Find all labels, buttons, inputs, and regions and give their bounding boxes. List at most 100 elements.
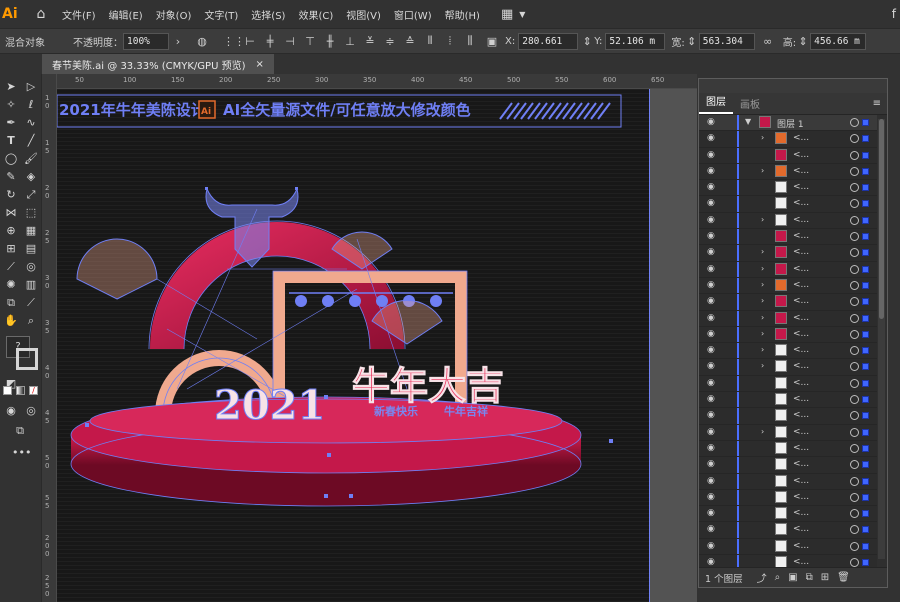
target-icon[interactable] <box>850 427 859 437</box>
selection-indicator[interactable] <box>862 493 869 501</box>
layer-row[interactable]: ◉ › <... <box>699 131 877 148</box>
link-proportions-icon[interactable]: ∞ <box>761 35 775 48</box>
menu-help[interactable]: 帮助(H) <box>445 7 480 22</box>
target-icon[interactable] <box>850 346 859 356</box>
eye-icon[interactable]: ◉ <box>707 394 718 404</box>
selection-indicator[interactable] <box>862 249 869 257</box>
selection-indicator[interactable] <box>862 461 869 469</box>
target-icon[interactable] <box>850 378 859 388</box>
free-transform-icon[interactable]: ⬚ <box>23 206 39 219</box>
selection-indicator[interactable] <box>862 412 869 420</box>
layer-name[interactable]: <... <box>793 264 809 274</box>
layer-row[interactable]: ◉ <... <box>699 489 877 507</box>
layer-row[interactable]: ◉ <... <box>699 408 877 425</box>
eye-icon[interactable]: ◉ <box>707 329 718 339</box>
layer-name[interactable]: <... <box>793 524 809 534</box>
distribute-hcenter-icon[interactable]: ⦙ <box>443 34 457 48</box>
selection-indicator[interactable] <box>862 184 869 192</box>
rotate-tool-icon[interactable]: ↻ <box>3 188 19 201</box>
selection-indicator[interactable] <box>862 542 869 550</box>
magic-wand-icon[interactable]: ✧ <box>3 98 19 111</box>
type-tool-icon[interactable]: T <box>3 134 19 147</box>
workspace-switcher-icon[interactable]: ▦ <box>501 7 513 22</box>
chevron-right-icon[interactable]: › <box>761 264 764 273</box>
chevron-right-icon[interactable]: › <box>761 166 764 175</box>
artboard[interactable]: 2021年牛年美陈设计 Ai AI全矢量源文件/可任意放大修改颜色 2021 牛… <box>57 89 650 602</box>
selection-indicator[interactable] <box>862 151 869 159</box>
chevron-right-icon[interactable]: › <box>761 247 764 256</box>
color-mode-icon[interactable] <box>3 386 12 395</box>
layer-name[interactable]: <... <box>793 313 809 323</box>
layer-row[interactable]: ◉ › <... <box>699 294 877 311</box>
layer-row[interactable]: ◉ › <... <box>699 359 877 376</box>
target-icon[interactable] <box>850 395 859 405</box>
layers-panel-header[interactable] <box>699 79 887 93</box>
curvature-tool-icon[interactable]: ∿ <box>23 116 39 129</box>
distribute-bottom-icon[interactable]: ≙ <box>403 35 417 48</box>
eye-icon[interactable]: ◉ <box>707 427 718 437</box>
panel-menu-icon[interactable]: ≡ <box>873 98 881 109</box>
eye-icon[interactable]: ◉ <box>707 296 718 306</box>
target-icon[interactable] <box>850 280 859 290</box>
eye-icon[interactable]: ◉ <box>707 410 718 420</box>
align-vcenter-icon[interactable]: ╫ <box>323 35 337 48</box>
target-icon[interactable] <box>850 443 859 453</box>
layer-row[interactable]: ◉ <... <box>699 196 877 213</box>
selection-indicator[interactable] <box>862 233 869 241</box>
align-top-icon[interactable]: ⊤ <box>303 35 317 48</box>
selection-indicator[interactable] <box>862 379 869 387</box>
layer-row[interactable]: ◉ › <... <box>699 261 877 278</box>
target-icon[interactable] <box>850 134 859 144</box>
ellipse-tool-icon[interactable]: ◯ <box>3 152 19 165</box>
target-icon[interactable] <box>850 541 859 551</box>
home-icon[interactable]: ⌂ <box>28 6 54 22</box>
layer-name[interactable]: <... <box>793 280 809 290</box>
selection-tool-icon[interactable]: ➤ <box>3 80 19 93</box>
layer-row[interactable]: ◉ › <... <box>699 326 877 344</box>
eye-icon[interactable]: ◉ <box>707 182 718 192</box>
selection-indicator[interactable] <box>862 216 869 224</box>
menu-type[interactable]: 文字(T) <box>204 7 238 22</box>
target-icon[interactable] <box>850 362 859 372</box>
align-bottom-icon[interactable]: ⊥ <box>343 35 357 48</box>
layer-row[interactable]: ◉ <... <box>699 229 877 246</box>
layer-row[interactable]: ◉ › <... <box>699 277 877 295</box>
scroll-thumb[interactable] <box>879 119 884 319</box>
eye-icon[interactable]: ◉ <box>707 378 718 388</box>
export-icon[interactable]: ⤴ <box>757 570 767 585</box>
layer-name[interactable]: <... <box>793 476 809 486</box>
menu-object[interactable]: 对象(O) <box>156 7 192 22</box>
screen-mode-icon[interactable]: ⧉ <box>12 424 28 438</box>
eye-icon[interactable]: ◉ <box>707 231 718 241</box>
layer-name[interactable]: <... <box>793 361 809 371</box>
target-icon[interactable] <box>850 297 859 307</box>
selection-indicator[interactable] <box>862 510 869 518</box>
selection-indicator[interactable] <box>862 330 869 338</box>
blend-tool-icon[interactable]: ◎ <box>23 260 39 273</box>
layer-name[interactable]: <... <box>793 541 809 551</box>
layer-name[interactable]: <... <box>793 345 809 355</box>
layer-row[interactable]: ◉ <... <box>699 392 877 409</box>
layer-row[interactable]: ◉ <... <box>699 375 877 393</box>
eye-icon[interactable]: ◉ <box>707 198 718 208</box>
document-tab[interactable]: 春节美陈.ai @ 33.33% (CMYK/GPU 预览) × <box>42 54 274 74</box>
selection-indicator[interactable] <box>862 444 869 452</box>
eye-icon[interactable]: ◉ <box>707 133 718 143</box>
eye-icon[interactable]: ◉ <box>707 443 718 453</box>
draw-behind-icon[interactable]: ◎ <box>23 404 39 417</box>
eyedropper-icon[interactable]: ⟋ <box>3 260 19 274</box>
layer-name[interactable]: <... <box>793 394 809 404</box>
selection-indicator[interactable] <box>862 135 869 143</box>
layer-row[interactable]: ◉ › <... <box>699 310 877 327</box>
eye-icon[interactable]: ◉ <box>707 150 718 160</box>
eye-icon[interactable]: ◉ <box>707 117 718 127</box>
eye-icon[interactable]: ◉ <box>707 247 718 257</box>
gradient-tool-icon[interactable]: ▤ <box>23 242 39 255</box>
selection-indicator[interactable] <box>862 347 869 355</box>
w-field[interactable]: 563.304 <box>698 32 755 50</box>
perspective-grid-icon[interactable]: ▦ <box>23 224 39 237</box>
layer-name[interactable]: <... <box>793 410 809 420</box>
stroke-swatch[interactable] <box>16 348 38 370</box>
tab-layers[interactable]: 图层 <box>699 94 733 114</box>
target-icon[interactable] <box>850 492 859 502</box>
